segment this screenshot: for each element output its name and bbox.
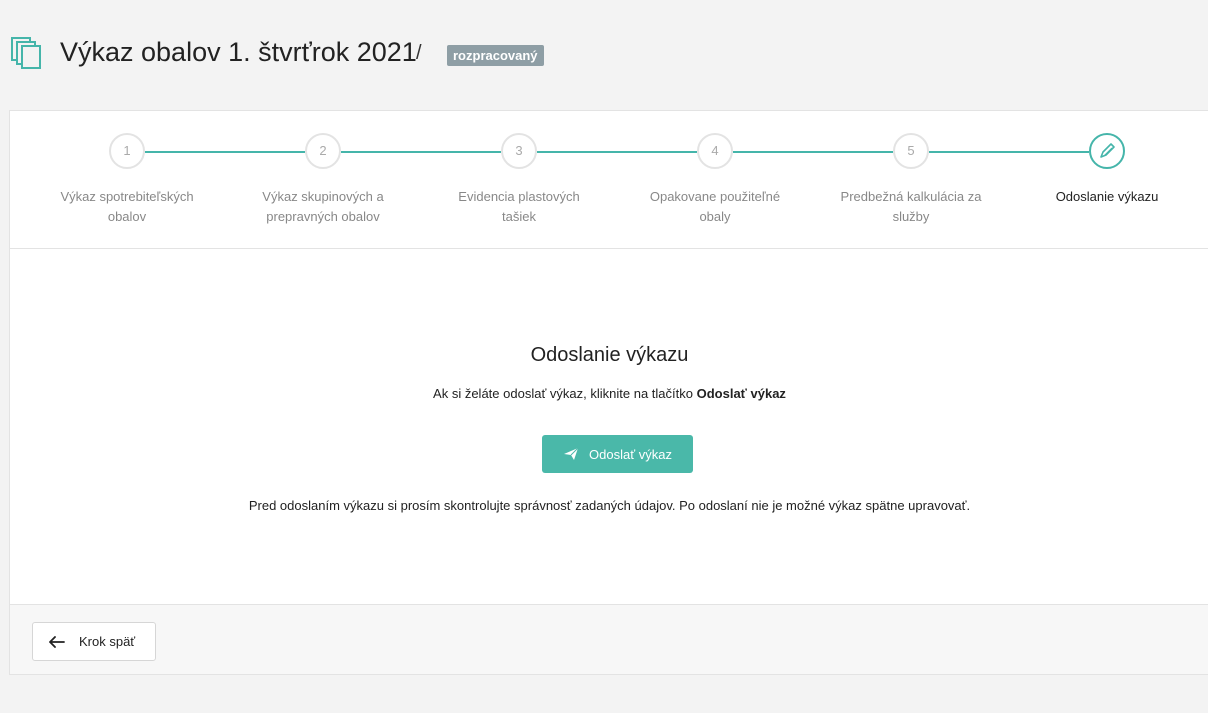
warning-note: Pred odoslaním výkazu si prosím skontrol…	[248, 498, 971, 513]
step-6-circle[interactable]	[1089, 133, 1125, 169]
step-2-label: Výkaz skupinových a prepravných obalov	[238, 187, 408, 227]
step-5-label: Predbežná kalkulácia za služby	[826, 187, 996, 227]
step-6-label-line1: Odoslanie výkazu	[1055, 189, 1159, 204]
back-button-label: Krok späť	[79, 634, 136, 649]
arrow-left-icon	[49, 635, 65, 648]
send-report-section: Odoslanie výkazu Ak si želáte odoslať vý…	[10, 249, 1208, 604]
step-4-label-line1: Opakovane použiteľné	[649, 189, 781, 204]
step-3-label: Evidencia plastových tašiek	[434, 187, 604, 227]
section-instruction: Ak si želáte odoslať výkaz, kliknite na …	[10, 386, 1208, 401]
back-button[interactable]: Krok späť	[32, 622, 156, 661]
instruction-bold-text: Odoslať výkaz	[696, 386, 786, 401]
documents-icon	[11, 37, 41, 69]
step-connector	[145, 151, 305, 153]
step-2-label-line1: Výkaz skupinových a	[262, 189, 384, 204]
step-1-circle[interactable]: 1	[109, 133, 145, 169]
step-2-circle[interactable]: 2	[305, 133, 341, 169]
step-5-circle[interactable]: 5	[893, 133, 929, 169]
send-report-button-label: Odoslať výkaz	[589, 446, 672, 462]
pencil-icon	[1100, 143, 1115, 158]
page-header: Výkaz obalov 1. štvrťrok 2021 / rozpraco…	[0, 0, 1208, 110]
step-6-label: Odoslanie výkazu	[1022, 187, 1192, 207]
step-connector	[733, 151, 893, 153]
step-3-label-line2: tašiek	[502, 209, 536, 224]
step-4-circle[interactable]: 4	[697, 133, 733, 169]
paper-plane-icon	[564, 447, 579, 460]
step-1-label-line1: Výkaz spotrebiteľských	[60, 189, 194, 204]
step-connector	[341, 151, 501, 153]
step-connector	[929, 151, 1089, 153]
instruction-text: Ak si želáte odoslať výkaz, kliknite na …	[433, 386, 697, 401]
report-card: 1 Výkaz spotrebiteľských obalov 2 Výkaz …	[9, 110, 1208, 675]
step-2-label-line2: prepravných obalov	[266, 209, 380, 224]
step-3-label-line1: Evidencia plastových	[458, 189, 580, 204]
page-title: Výkaz obalov 1. štvrťrok 2021	[60, 37, 417, 67]
step-5-label-line1: Predbežná kalkulácia za	[840, 189, 982, 204]
section-title: Odoslanie výkazu	[530, 344, 689, 366]
step-4-label: Opakovane použiteľné obaly	[630, 187, 800, 227]
step-4-label-line2: obaly	[699, 209, 731, 224]
stepper: 1 Výkaz spotrebiteľských obalov 2 Výkaz …	[10, 111, 1208, 249]
step-3-circle[interactable]: 3	[501, 133, 537, 169]
status-badge: rozpracovaný	[447, 45, 544, 66]
step-connector	[537, 151, 697, 153]
card-footer: Krok späť	[10, 604, 1208, 674]
title-separator: /	[416, 42, 422, 64]
step-1-label-line2: obalov	[107, 209, 147, 224]
step-1-label: Výkaz spotrebiteľských obalov	[42, 187, 212, 227]
send-report-button[interactable]: Odoslať výkaz	[542, 435, 693, 473]
step-5-label-line2: služby	[892, 209, 930, 224]
